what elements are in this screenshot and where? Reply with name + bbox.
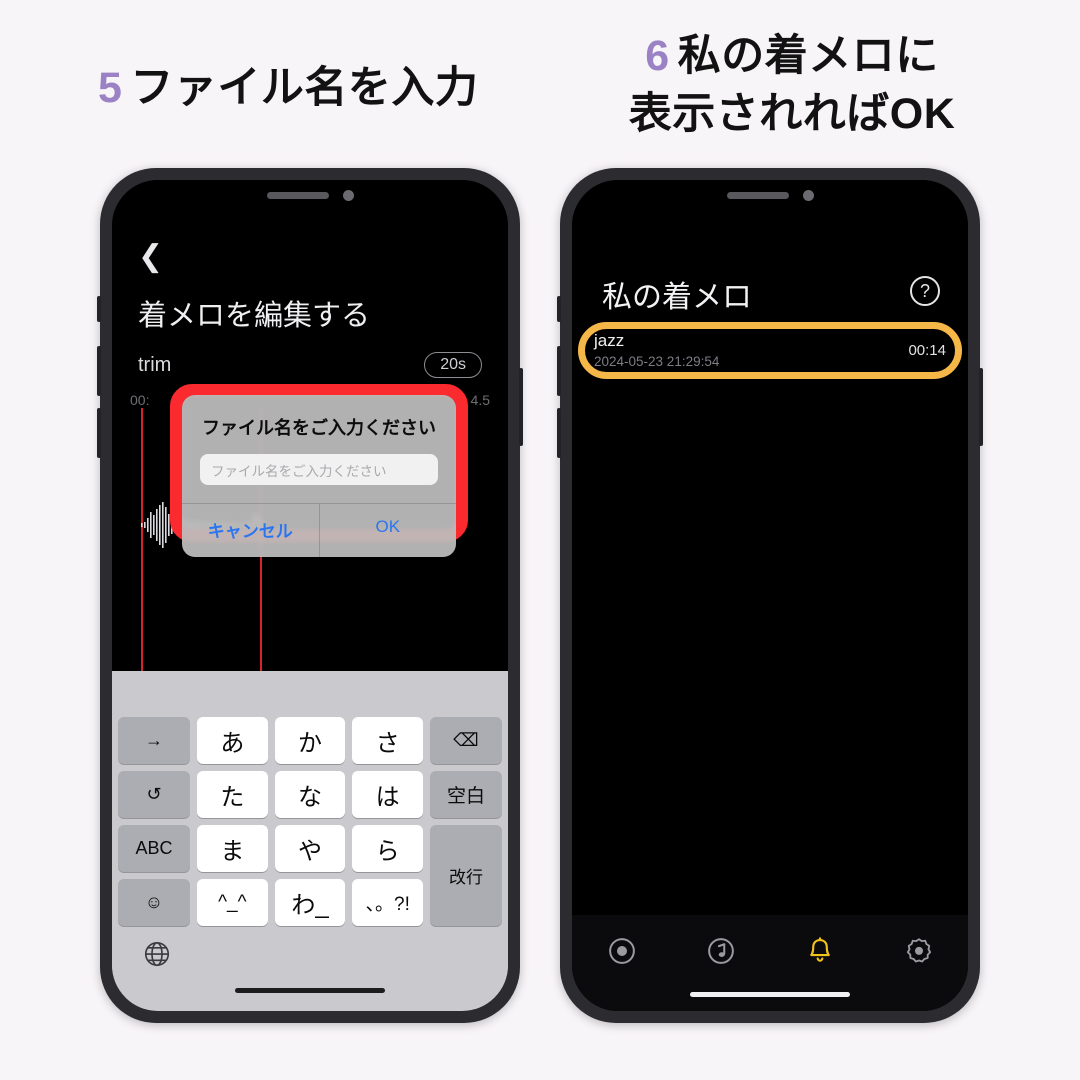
step-5-text: ファイル名を入力 (130, 64, 479, 112)
key-punctuation[interactable]: 、。?! (352, 879, 424, 926)
key-na[interactable]: な (274, 771, 346, 818)
tab-settings[interactable] (897, 931, 941, 971)
phone-volume-up-button[interactable] (557, 346, 561, 396)
phone-notch (210, 180, 410, 210)
trim-label: trim (138, 353, 172, 376)
bell-icon (809, 937, 830, 962)
home-indicator (235, 988, 385, 993)
right-phone-mockup: 私の着メロ ? jazz 2024-05-23 21:29:54 00:14 (557, 168, 983, 1023)
phone-volume-down-button[interactable] (97, 408, 101, 458)
right-phone-screen-container: 私の着メロ ? jazz 2024-05-23 21:29:54 00:14 (572, 180, 968, 1011)
key-return[interactable]: 改行 (430, 825, 503, 926)
key-cursor-right[interactable]: → (118, 717, 190, 764)
left-phone-mockup: ❮ 着メロを編集する trim 20s 00: 4.5 ファイル名をご入力くださ… (97, 168, 523, 1023)
trim-row: trim 20s (138, 352, 482, 378)
key-wa[interactable]: わ_ (274, 879, 346, 926)
keyboard-suggestion-bar (112, 671, 508, 717)
step-6-text-line2: 表示されればOK (628, 90, 956, 139)
filename-dialog: ファイル名をご入力ください ファイル名をご入力ください キャンセル OK (182, 395, 456, 557)
left-phone-screen-container: ❮ 着メロを編集する trim 20s 00: 4.5 ファイル名をご入力くださ… (112, 180, 508, 1011)
step-5-number: 5 (98, 64, 123, 112)
phone-power-button[interactable] (979, 368, 983, 446)
tab-ringtones[interactable] (798, 931, 842, 971)
phone-power-button[interactable] (519, 368, 523, 446)
emoji-icon[interactable]: ☺ (118, 879, 190, 926)
key-ka[interactable]: か (274, 717, 346, 764)
key-ta[interactable]: た (197, 771, 268, 818)
settings-gear-icon (906, 938, 931, 963)
earpiece-speaker-icon (266, 191, 329, 199)
key-ya[interactable]: や (274, 825, 346, 872)
orange-highlight-box (578, 322, 962, 379)
key-space[interactable]: 空白 (430, 771, 503, 818)
record-icon (608, 938, 635, 964)
ok-button[interactable]: OK (318, 504, 457, 557)
globe-icon[interactable] (142, 939, 172, 969)
key-ma[interactable]: ま (197, 825, 268, 872)
phone-mute-switch[interactable] (557, 296, 561, 322)
step-6-text-line1: 私の着メロに (677, 32, 939, 80)
home-indicator (690, 992, 850, 997)
key-sa[interactable]: さ (352, 717, 424, 764)
key-kaomoji[interactable]: ^_^ (197, 879, 268, 926)
tab-music[interactable] (699, 931, 743, 971)
phone-volume-up-button[interactable] (97, 346, 101, 396)
phone-notch (670, 180, 870, 210)
japanese-keyboard: → あ か さ ⌫ ↺ た な は 空白 ABC ま や ら 改行 ☺ ^_^ … (112, 671, 508, 1011)
page-title: 着メロを編集する (138, 300, 371, 332)
key-a[interactable]: あ (197, 717, 268, 764)
filename-input[interactable]: ファイル名をご入力ください (200, 454, 438, 485)
keyboard-rows: → あ か さ ⌫ ↺ た な は 空白 ABC ま や ら 改行 ☺ ^_^ … (112, 717, 508, 926)
key-undo[interactable]: ↺ (118, 771, 190, 818)
music-note-icon (707, 938, 734, 964)
front-camera-icon (342, 189, 354, 201)
key-abc[interactable]: ABC (118, 825, 190, 872)
duration-badge[interactable]: 20s (424, 352, 482, 378)
dialog-button-row: キャンセル OK (182, 503, 456, 557)
timeline-start-label: 00: (130, 392, 150, 408)
my-ringtones-screen: 私の着メロ ? jazz 2024-05-23 21:29:54 00:14 (572, 180, 968, 1011)
key-ha[interactable]: は (352, 771, 424, 818)
backspace-icon[interactable]: ⌫ (430, 717, 503, 764)
phone-mute-switch[interactable] (97, 296, 101, 322)
timeline-end-label: 4.5 (470, 392, 490, 408)
poster-canvas: 5 ファイル名を入力 6 私の着メロに 表示されればOK ❮ 着メロを編集する tr… (0, 0, 1080, 1080)
earpiece-speaker-icon (726, 191, 789, 199)
key-ra[interactable]: ら (352, 825, 424, 872)
keyboard-row: → あ か さ ⌫ (118, 717, 503, 764)
page-title: 私の着メロ (602, 281, 752, 314)
step-5-heading: 5 ファイル名を入力 (98, 62, 478, 114)
keyboard-row: ABC ま や ら 改行 (118, 825, 503, 926)
front-camera-icon (802, 189, 814, 201)
step-6-number: 6 (645, 32, 670, 80)
phone-volume-down-button[interactable] (557, 408, 561, 458)
cancel-button[interactable]: キャンセル (182, 504, 319, 557)
keyboard-row: ↺ た な は 空白 (118, 771, 503, 818)
edit-ringtone-screen: ❮ 着メロを編集する trim 20s 00: 4.5 ファイル名をご入力くださ… (112, 180, 508, 1011)
tab-record[interactable] (600, 931, 644, 971)
step-6-heading: 6 私の着メロに 表示されればOK (592, 30, 992, 141)
keyboard-bottom-bar (112, 933, 508, 1009)
help-icon[interactable]: ? (910, 276, 940, 306)
chevron-left-icon[interactable]: ❮ (138, 242, 163, 272)
dialog-title: ファイル名をご入力ください (202, 418, 436, 438)
